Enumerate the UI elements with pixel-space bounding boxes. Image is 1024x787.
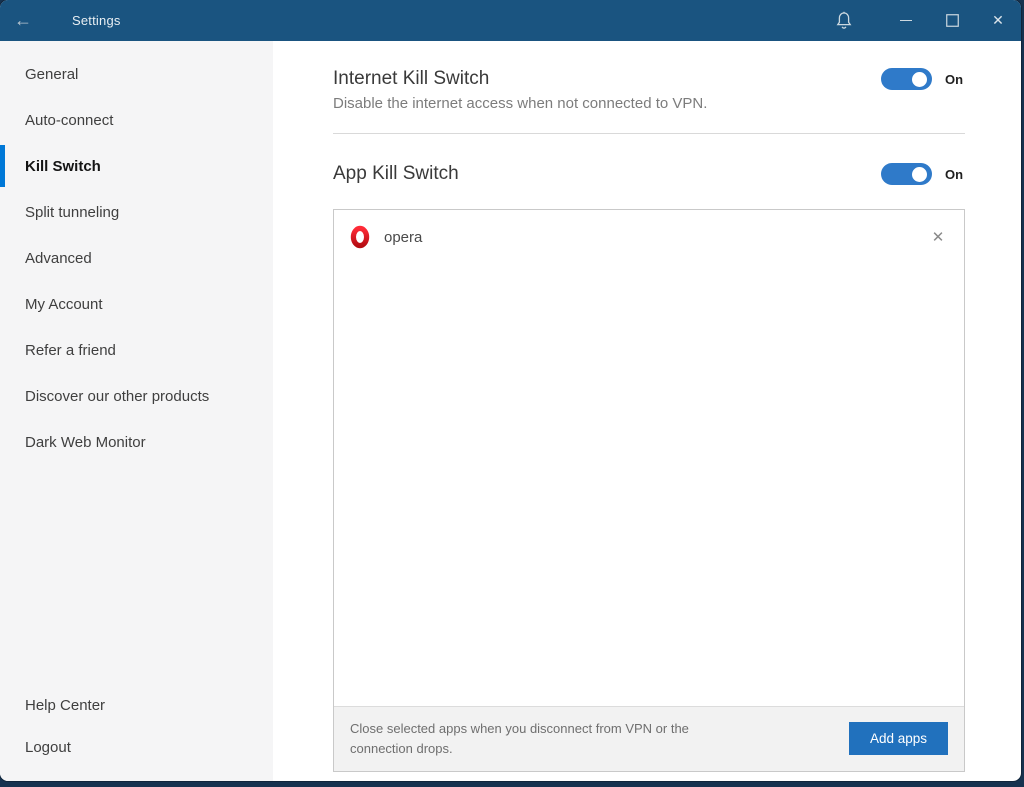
sidebar-item-label: Dark Web Monitor: [25, 433, 146, 451]
notifications-button[interactable]: [821, 0, 867, 41]
back-arrow-icon: ←: [14, 10, 32, 30]
sidebar-item-help-center[interactable]: Help Center: [0, 684, 273, 726]
back-button[interactable]: ←: [0, 0, 46, 41]
add-apps-button[interactable]: Add apps: [848, 722, 948, 756]
sidebar-item-refer-a-friend[interactable]: Refer a friend: [0, 327, 273, 373]
sidebar-item-label: Logout: [25, 738, 71, 756]
sidebar-footer: Help Center Logout: [0, 684, 273, 781]
sidebar-item-label: My Account: [25, 295, 103, 313]
maximize-icon: [945, 14, 959, 27]
sidebar-item-discover-products[interactable]: Discover our other products: [0, 373, 273, 419]
sidebar-item-advanced[interactable]: Advanced: [0, 235, 273, 281]
toggle-knob: [912, 166, 927, 182]
titlebar: ← Settings ✕: [0, 0, 1021, 41]
sidebar-item-logout[interactable]: Logout: [0, 726, 273, 768]
internet-kill-switch-state: On: [945, 71, 964, 87]
close-icon: ✕: [992, 12, 1004, 28]
sidebar-item-label: Advanced: [25, 249, 92, 267]
sidebar-item-label: Kill Switch: [25, 157, 101, 175]
opera-icon: [349, 225, 371, 249]
sidebar-item-auto-connect[interactable]: Auto-connect: [0, 97, 273, 143]
app-kill-switch-state: On: [945, 166, 964, 182]
sidebar-item-label: Help Center: [25, 696, 106, 714]
sidebar: General Auto-connect Kill Switch Split t…: [0, 41, 273, 781]
app-kill-switch-toggle[interactable]: [881, 163, 932, 185]
internet-kill-switch-description: Disable the internet access when not con…: [333, 95, 708, 112]
sidebar-item-split-tunneling[interactable]: Split tunneling: [0, 189, 273, 235]
app-name: opera: [384, 228, 423, 246]
maximize-button[interactable]: [929, 0, 975, 41]
minimize-icon: [900, 20, 912, 21]
bell-icon: [836, 11, 852, 29]
window-title: Settings: [72, 13, 121, 28]
close-button[interactable]: ✕: [975, 0, 1021, 41]
internet-kill-switch-toggle-wrap: On: [881, 68, 965, 90]
panel-footer: Close selected apps when you disconnect …: [334, 705, 964, 771]
sidebar-item-label: Auto-connect: [25, 111, 114, 129]
sidebar-item-label: Refer a friend: [25, 341, 116, 359]
minimize-button[interactable]: [883, 0, 929, 41]
sidebar-item-my-account[interactable]: My Account: [0, 281, 273, 327]
main-content: Internet Kill Switch On Disable the inte…: [273, 41, 1021, 781]
sidebar-item-dark-web-monitor[interactable]: Dark Web Monitor: [0, 419, 273, 465]
internet-kill-switch-title: Internet Kill Switch: [333, 68, 490, 89]
section-divider: [333, 133, 965, 134]
app-kill-switch-title: App Kill Switch: [333, 163, 459, 184]
internet-kill-switch-toggle[interactable]: [881, 68, 932, 90]
remove-app-button[interactable]: ✕: [927, 226, 949, 248]
app-list: opera ✕: [334, 210, 964, 706]
sidebar-item-label: Split tunneling: [25, 203, 120, 221]
sidebar-nav-list: General Auto-connect Kill Switch Split t…: [0, 51, 273, 465]
app-kill-switch-section: App Kill Switch On: [333, 163, 965, 185]
app-kill-switch-panel: opera ✕ Close selected apps when you dis…: [333, 209, 965, 772]
app-kill-switch-toggle-wrap: On: [881, 163, 965, 185]
sidebar-item-label: Discover our other products: [25, 387, 210, 405]
settings-window: ← Settings ✕ General Auto-connect Kill S…: [0, 0, 1021, 781]
internet-kill-switch-section: Internet Kill Switch On: [333, 68, 965, 90]
app-body: General Auto-connect Kill Switch Split t…: [0, 41, 1021, 781]
panel-footer-note: Close selected apps when you disconnect …: [350, 720, 689, 756]
sidebar-item-general[interactable]: General: [0, 51, 273, 97]
sidebar-item-label: General: [25, 65, 79, 83]
app-list-item-opera: opera ✕: [334, 216, 964, 258]
sidebar-item-kill-switch[interactable]: Kill Switch: [0, 143, 273, 189]
toggle-knob: [912, 71, 927, 87]
